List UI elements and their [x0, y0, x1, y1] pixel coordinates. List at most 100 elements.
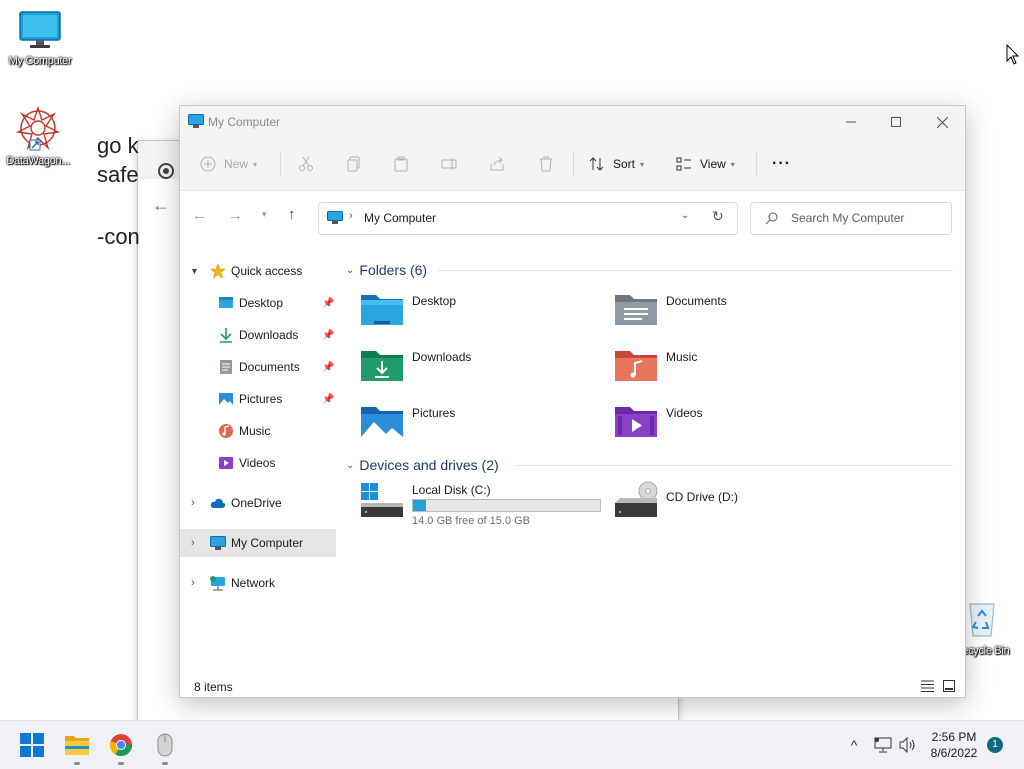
disk-usage-bar [412, 499, 601, 512]
delete-button[interactable] [538, 138, 554, 190]
download-arrow-icon [220, 328, 232, 343]
my-computer-title-icon [188, 114, 204, 128]
new-button[interactable]: New ▾ [200, 138, 257, 190]
close-button[interactable] [919, 106, 965, 138]
more-options-button[interactable]: ··· [772, 138, 791, 190]
drive-tile-cd-drive[interactable]: CD Drive (D:) [614, 481, 864, 527]
up-button[interactable]: ↑ [288, 206, 296, 223]
rename-button[interactable] [441, 138, 457, 190]
taskbar-mouse-app[interactable] [147, 721, 183, 769]
taskbar-chrome[interactable] [103, 721, 139, 769]
taskbar-file-explorer[interactable] [59, 721, 95, 769]
cloud-icon [210, 498, 226, 508]
command-bar: New ▾ Sort ▾ View ▾ ··· [180, 138, 965, 191]
sidebar-item-pictures[interactable]: Pictures 📌 [180, 385, 336, 413]
folder-tile-downloads[interactable]: Downloads [360, 348, 610, 394]
sidebar-item-downloads[interactable]: Downloads 📌 [180, 321, 336, 349]
downloads-folder-icon [361, 351, 403, 381]
folder-tile-videos[interactable]: Videos [614, 404, 864, 450]
trash-icon [540, 156, 552, 172]
sidebar-item-network[interactable]: › Network [180, 569, 336, 597]
chevron-down-icon: ▾ [730, 159, 735, 169]
start-button[interactable] [14, 721, 50, 769]
pin-icon[interactable]: 📌 [322, 298, 334, 309]
forward-button[interactable]: → [228, 207, 243, 224]
folder-tile-music[interactable]: Music [614, 348, 864, 394]
sidebar-item-documents[interactable]: Documents 📌 [180, 353, 336, 381]
sidebar-item-desktop[interactable]: Desktop 📌 [180, 289, 336, 317]
sidebar-item-label: My Computer [231, 536, 304, 550]
desktop-icon-label: My Computer [8, 55, 72, 67]
sidebar-item-my-computer[interactable]: › My Computer [180, 529, 336, 557]
address-path[interactable]: My Computer [364, 211, 436, 225]
maximize-button[interactable] [873, 106, 919, 138]
running-indicator [162, 762, 168, 765]
chevron-down-icon: ▾ [640, 159, 645, 169]
folder-tile-documents[interactable]: Documents [614, 292, 864, 338]
collapse-chevron-icon: ⌄ [346, 264, 355, 276]
devices-group-title: Devices and drives (2) [359, 457, 499, 473]
view-button[interactable]: View ▾ [676, 138, 735, 190]
sidebar-item-music[interactable]: Music [180, 417, 336, 445]
address-history-chevron-icon[interactable]: ⌄ [681, 210, 689, 221]
sidebar-item-onedrive[interactable]: › OneDrive [180, 489, 336, 517]
pin-icon[interactable]: 📌 [322, 330, 334, 341]
desktop-icon-my-computer[interactable]: My Computer [0, 10, 80, 67]
status-bar: 8 items [180, 675, 965, 697]
pin-icon[interactable]: 📌 [322, 362, 334, 373]
monitor-icon [210, 536, 226, 550]
expand-chevron-icon[interactable]: › [191, 497, 195, 509]
mouse-cursor-icon [1006, 44, 1020, 65]
minimize-button[interactable] [828, 106, 874, 138]
browser-back-icon[interactable]: ← [152, 195, 170, 216]
copy-button[interactable] [346, 138, 362, 190]
folder-tile-pictures[interactable]: Pictures [360, 404, 610, 450]
minimize-icon [846, 121, 856, 123]
sidebar-item-label: Quick access [231, 264, 303, 278]
folders-group-header[interactable]: ⌄ Folders (6) [346, 260, 427, 280]
background-text-line: safe [97, 162, 139, 187]
volume-button[interactable] [897, 721, 919, 769]
folder-tile-label: Desktop [412, 294, 457, 308]
paste-button[interactable] [393, 138, 409, 190]
show-hidden-icons-button[interactable]: ^ [843, 721, 865, 769]
expand-chevron-icon[interactable]: › [191, 577, 195, 589]
recent-locations-button[interactable]: ▾ [262, 209, 267, 220]
network-status-button[interactable] [872, 721, 894, 769]
share-button[interactable] [489, 138, 505, 190]
search-box[interactable] [750, 202, 952, 235]
star-icon [210, 263, 226, 279]
folder-tile-label: Music [666, 350, 698, 364]
devices-group-header[interactable]: ⌄ Devices and drives (2) [346, 455, 499, 475]
title-bar[interactable]: My Computer [180, 106, 965, 138]
folder-tile-desktop[interactable]: Desktop [360, 292, 610, 338]
sidebar-item-label: Pictures [239, 392, 283, 406]
windows-logo-icon [20, 733, 44, 757]
clock-date: 8/6/2022 [930, 746, 978, 760]
pictures-folder-icon [361, 407, 403, 437]
sidebar-item-videos[interactable]: Videos [180, 449, 336, 477]
sidebar-item-quick-access[interactable]: ▼ Quick access [180, 257, 336, 285]
refresh-icon[interactable]: ↻ [712, 208, 724, 225]
drive-tile-local-disk[interactable]: Local Disk (C:) 14.0 GB free of 15.0 GB [360, 481, 610, 527]
background-text-line: go k [97, 133, 139, 158]
file-explorer-window[interactable]: My Computer New ▾ Sort ▾ View ▾ ··· ← → … [179, 105, 966, 698]
search-input[interactable] [789, 210, 943, 226]
view-icon [676, 157, 691, 171]
group-divider [516, 465, 953, 466]
address-bar[interactable]: › My Computer ⌄ ↻ [318, 202, 738, 235]
notification-badge[interactable]: 1 [987, 737, 1003, 753]
desktop-icon-datawagon[interactable]: DataWagon... [0, 104, 78, 167]
sort-button[interactable]: Sort ▾ [589, 138, 644, 190]
tiles-view-icon[interactable] [943, 680, 955, 692]
details-view-icon[interactable] [921, 680, 934, 692]
expand-chevron-icon[interactable]: › [191, 537, 195, 549]
running-indicator [118, 762, 124, 765]
clock-button[interactable]: 2:56 PM 8/6/2022 [924, 729, 984, 761]
pin-icon[interactable]: 📌 [322, 394, 334, 405]
toolbar-separator [573, 152, 574, 176]
taskbar: ^ 2:56 PM 8/6/2022 1 [0, 720, 1024, 769]
cut-button[interactable] [298, 138, 314, 190]
expand-chevron-icon[interactable]: ▼ [190, 266, 199, 276]
back-button[interactable]: ← [192, 207, 207, 224]
